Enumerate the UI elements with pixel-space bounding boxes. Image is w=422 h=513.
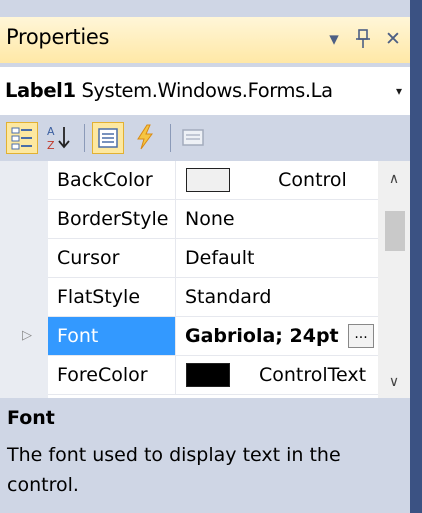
events-icon bbox=[137, 124, 153, 150]
property-row-backcolor[interactable]: BackColor Control bbox=[48, 161, 378, 200]
property-name: Font bbox=[48, 317, 176, 355]
toolbar-separator bbox=[170, 124, 171, 152]
panel-title: Properties bbox=[6, 25, 110, 49]
property-value[interactable]: None bbox=[177, 200, 378, 238]
property-grid: BackColor Control BorderStyle None Curso… bbox=[0, 161, 410, 398]
property-value-text: Control bbox=[278, 169, 347, 191]
property-value-text: ControlText bbox=[258, 364, 367, 386]
property-value[interactable]: ControlText bbox=[177, 356, 378, 394]
properties-toolbar: A Z bbox=[0, 115, 410, 161]
grid-gutter bbox=[0, 161, 48, 398]
vertical-scrollbar[interactable]: ∧ ∨ bbox=[378, 161, 410, 398]
ellipsis-button[interactable]: ... bbox=[348, 324, 374, 348]
property-pages-button[interactable] bbox=[178, 122, 210, 154]
property-value-text: Gabriola; 24pt bbox=[185, 325, 339, 347]
description-text: The font used to display text in the con… bbox=[7, 444, 341, 496]
close-icon[interactable]: ✕ bbox=[380, 26, 406, 52]
alphabetical-icon: A Z bbox=[47, 125, 70, 152]
chevron-down-icon[interactable]: ▾ bbox=[388, 71, 410, 111]
property-value[interactable]: Gabriola; 24pt ... bbox=[177, 317, 378, 355]
properties-icon bbox=[98, 128, 118, 148]
property-value[interactable]: Standard bbox=[177, 278, 378, 316]
property-row-forecolor[interactable]: ForeColor ControlText bbox=[48, 356, 378, 395]
description-pane: Font The font used to display text in th… bbox=[0, 400, 410, 513]
property-pages-icon bbox=[182, 129, 204, 146]
property-row-font[interactable]: Font Gabriola; 24pt ... bbox=[48, 317, 378, 356]
scroll-up-icon[interactable]: ∧ bbox=[378, 163, 410, 195]
property-name: BorderStyle bbox=[48, 200, 176, 238]
panel-titlebar: Properties ▾ ✕ bbox=[0, 17, 410, 63]
svg-text:A: A bbox=[47, 125, 55, 138]
object-selector-text: Label1 System.Windows.Forms.La bbox=[5, 79, 333, 102]
events-button[interactable] bbox=[130, 122, 162, 154]
properties-button[interactable] bbox=[92, 122, 124, 154]
color-swatch bbox=[186, 168, 230, 192]
property-row-flatstyle[interactable]: FlatStyle Standard bbox=[48, 278, 378, 317]
property-row-borderstyle[interactable]: BorderStyle None bbox=[48, 200, 378, 239]
object-selector[interactable]: Label1 System.Windows.Forms.La ▾ bbox=[0, 66, 410, 116]
alphabetical-button[interactable]: A Z bbox=[44, 122, 76, 154]
properties-panel: Properties ▾ ✕ Label1 System.Windows.For… bbox=[0, 0, 410, 513]
pin-icon[interactable] bbox=[350, 26, 376, 56]
property-value[interactable]: Default bbox=[177, 239, 378, 277]
expand-arrow-icon[interactable]: ▷ bbox=[22, 328, 32, 343]
object-type: System.Windows.Forms.La bbox=[81, 79, 333, 102]
description-title: Font bbox=[7, 407, 55, 429]
property-value[interactable]: Control bbox=[177, 161, 378, 199]
categorized-button[interactable] bbox=[6, 122, 38, 154]
window-position-dropdown-icon[interactable]: ▾ bbox=[321, 26, 347, 52]
categorized-icon bbox=[11, 127, 32, 150]
property-name: Cursor bbox=[48, 239, 176, 277]
scroll-down-icon[interactable]: ∨ bbox=[378, 366, 410, 398]
property-name: ForeColor bbox=[48, 356, 176, 394]
color-swatch bbox=[186, 363, 230, 387]
object-name: Label1 bbox=[5, 79, 76, 102]
property-name: FlatStyle bbox=[48, 278, 176, 316]
scroll-thumb[interactable] bbox=[385, 211, 405, 251]
svg-text:Z: Z bbox=[47, 139, 55, 152]
property-row-cursor[interactable]: Cursor Default bbox=[48, 239, 378, 278]
toolbar-separator bbox=[84, 124, 85, 152]
property-name: BackColor bbox=[48, 161, 176, 199]
